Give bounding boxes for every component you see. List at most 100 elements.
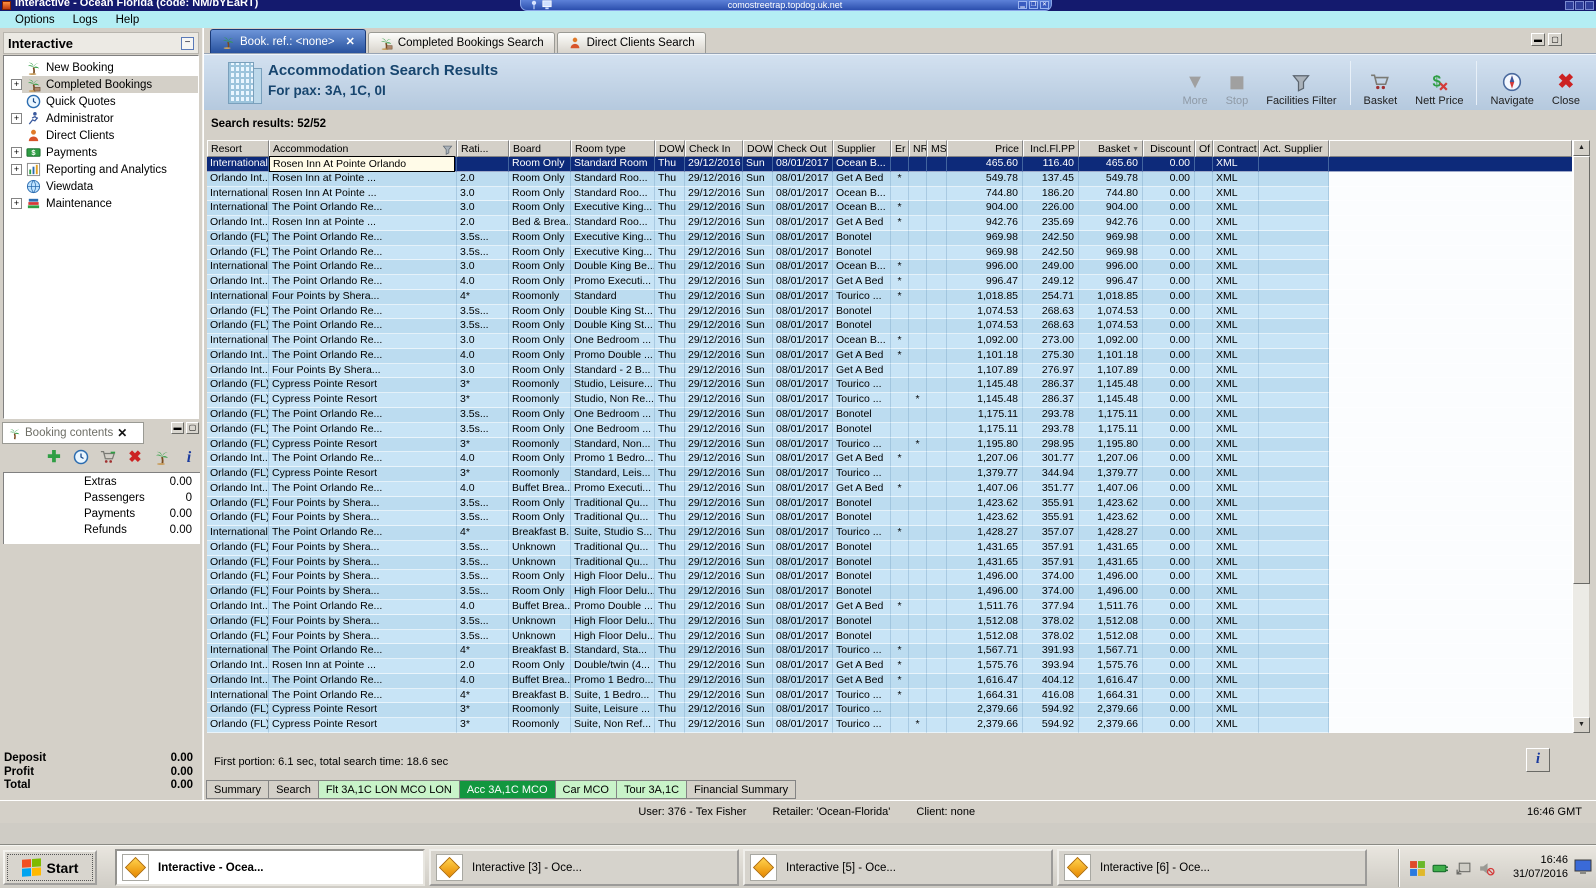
section-tab-acc-3a-1c-mco[interactable]: Acc 3A,1C MCO xyxy=(458,780,556,799)
table-row[interactable]: International...Rosen Inn At Pointe Orla… xyxy=(207,156,1572,172)
booking-contents-row[interactable]: Passengers 0 xyxy=(4,492,200,508)
table-row[interactable]: Orlando (FL) Cypress Pointe Resort 3* Roomo… xyxy=(207,437,1572,453)
toolbar-close-button[interactable]: ✖ Close xyxy=(1543,59,1589,107)
section-tab-summary[interactable]: Summary xyxy=(206,780,270,799)
table-row[interactable]: Orlando (FL) Cypress Pointe Resort 3* Roomo… xyxy=(207,378,1572,394)
sidebar-item-reporting-and-analytics[interactable]: + Reporting and Analytics xyxy=(4,161,198,178)
table-row[interactable]: Orlando Int... Rosen Inn at Pointe ... 2.0… xyxy=(207,659,1572,674)
table-row[interactable]: Orlando (FL) Cypress Pointe Resort 3* Roomo… xyxy=(207,703,1572,719)
table-row[interactable]: Orlando (FL) The Point Orlando Re... 3.5s.… xyxy=(207,408,1572,423)
tab-close-icon[interactable]: ✕ xyxy=(346,35,355,48)
window-restore-button[interactable] xyxy=(1575,1,1584,10)
column-header-contract[interactable]: Contract xyxy=(1213,140,1259,157)
toolbar-nett-price-button[interactable]: $ Nett Price xyxy=(1406,59,1472,107)
expand-icon[interactable]: + xyxy=(11,113,22,124)
toolbar-facilities-filter-button[interactable]: Facilities Filter xyxy=(1257,59,1345,107)
sidebar-item-viewdata[interactable]: Viewdata xyxy=(4,178,198,195)
column-header-supplier[interactable]: Supplier xyxy=(833,140,891,157)
section-tab-flt-3a-1c-lon-mco-lon[interactable]: Flt 3A,1C LON MCO LON xyxy=(317,780,460,799)
pin-icon[interactable] xyxy=(529,0,539,10)
tray-display-settings-icon[interactable] xyxy=(1409,860,1426,877)
column-header-ms[interactable]: MS xyxy=(927,140,947,157)
sidebar-item-completed-bookings[interactable]: + Completed Bookings xyxy=(4,76,198,93)
booking-tool-info-icon[interactable]: i xyxy=(181,450,197,466)
table-row[interactable]: Orlando (FL) Four Points by Shera... 3.5s.… xyxy=(207,511,1572,527)
column-header-discount[interactable]: Discount xyxy=(1143,140,1195,157)
menu-item-help[interactable]: Help xyxy=(107,13,149,27)
section-tab-search[interactable]: Search xyxy=(268,780,319,799)
rdp-restore-button[interactable]: ❐ xyxy=(1029,1,1038,9)
sidebar-item-quick-quotes[interactable]: Quick Quotes xyxy=(4,93,198,110)
scroll-down-button[interactable]: ▼ xyxy=(1573,717,1590,733)
table-row[interactable]: Orlando (FL) The Point Orlando Re... 3.5s.… xyxy=(207,304,1572,320)
sidebar-item-new-booking[interactable]: New Booking xyxy=(4,59,198,76)
menu-item-options[interactable]: Options xyxy=(6,13,64,27)
column-header-of[interactable]: Of xyxy=(1195,140,1213,157)
column-header-er[interactable]: Er xyxy=(891,140,909,157)
table-row[interactable]: International...The Point Orlando Re...4… xyxy=(207,644,1572,660)
table-row[interactable]: Orlando Int... The Point Orlando Re... 4.0… xyxy=(207,452,1572,468)
table-row[interactable]: Orlando (FL) Cypress Pointe Resort 3* Roomo… xyxy=(207,393,1572,409)
taskbar-task-2[interactable]: Interactive [3] - Oce... xyxy=(429,849,739,886)
sidebar-collapse-button[interactable]: − xyxy=(181,36,194,50)
section-tab-financial-summary[interactable]: Financial Summary xyxy=(686,780,797,799)
booking-tool-quote-icon[interactable] xyxy=(73,449,89,468)
tab-direct-clients-search[interactable]: Direct Clients Search xyxy=(556,32,706,53)
booking-contents-row[interactable]: Extras 0.00 xyxy=(4,476,200,492)
taskbar-task-4[interactable]: Interactive [6] - Oce... xyxy=(1057,849,1367,886)
column-header-resort[interactable]: Resort xyxy=(207,140,269,157)
table-row[interactable]: Orlando (FL) Four Points by Shera... 3.5s.… xyxy=(207,570,1572,586)
section-tab-tour-3a-1c[interactable]: Tour 3A,1C xyxy=(615,780,688,799)
column-header-accommodation[interactable]: Accommodation xyxy=(269,140,457,157)
scrollbar-thumb[interactable] xyxy=(1573,156,1590,584)
table-row[interactable]: Orlando Int... The Point Orlando Re... 4.0… xyxy=(207,599,1572,615)
booking-tool-cart-icon[interactable] xyxy=(100,449,116,468)
column-header-board[interactable]: Board xyxy=(509,140,571,157)
column-header-basket[interactable]: Basket ▼ xyxy=(1079,140,1143,157)
tray-connection-icon[interactable] xyxy=(1455,860,1472,877)
column-header-rati-[interactable]: Rati... xyxy=(457,140,509,157)
booking-contents-row[interactable]: Payments 0.00 xyxy=(4,508,200,524)
sidebar-item-maintenance[interactable]: + Maintenance xyxy=(4,195,198,212)
booking-tool-palm-tree-icon[interactable] xyxy=(154,449,170,468)
column-header-incl-fl-pp[interactable]: Incl.Fl.PP xyxy=(1023,140,1079,157)
table-row[interactable]: Orlando (FL) Four Points by Shera... 3.5s.… xyxy=(207,540,1572,556)
info-button[interactable]: i xyxy=(1526,748,1550,772)
expand-icon[interactable]: + xyxy=(11,79,22,90)
taskbar-task-3[interactable]: Interactive [5] - Oce... xyxy=(743,849,1053,886)
expand-icon[interactable]: + xyxy=(11,198,22,209)
table-row[interactable]: Orlando Int... Rosen Inn at Pointe ... 2.0… xyxy=(207,171,1572,187)
table-row[interactable]: Orlando (FL) The Point Orlando Re... 3.5s.… xyxy=(207,319,1572,335)
tab-book-ref-none-[interactable]: Book. ref.: <none> ✕ xyxy=(210,29,366,53)
scroll-up-button[interactable]: ▲ xyxy=(1573,140,1590,156)
table-row[interactable]: Orlando Int... The Point Orlando Re... 4.0… xyxy=(207,481,1572,497)
table-row[interactable]: International...The Point Orlando Re...4… xyxy=(207,688,1572,704)
tray-network-icon[interactable] xyxy=(1432,860,1449,877)
tab-completed-bookings-search[interactable]: Completed Bookings Search xyxy=(367,32,555,53)
window-close-button[interactable] xyxy=(1585,1,1594,10)
column-header-act-supplier[interactable]: Act. Supplier xyxy=(1259,140,1329,157)
rdp-minimize-button[interactable]: ▁ xyxy=(1018,1,1027,9)
table-row[interactable]: Orlando (FL) Four Points by Shera... 3.5s.… xyxy=(207,555,1572,571)
column-header-price[interactable]: Price xyxy=(947,140,1023,157)
toolbar-navigate-button[interactable]: Navigate xyxy=(1481,59,1542,107)
booking-tool-delete-icon[interactable]: ✖ xyxy=(127,450,143,466)
table-row[interactable]: International...The Point Orlando Re...4… xyxy=(207,526,1572,541)
section-tab-car-mco[interactable]: Car MCO xyxy=(554,780,617,799)
table-row[interactable]: International...The Point Orlando Re...3… xyxy=(207,334,1572,349)
table-row[interactable]: Orlando (FL) Four Points by Shera... 3.5s.… xyxy=(207,585,1572,600)
sidebar-item-direct-clients[interactable]: Direct Clients xyxy=(4,127,198,144)
column-header-check-out[interactable]: Check Out xyxy=(773,140,833,157)
table-row[interactable]: International...Four Points by Shera...4… xyxy=(207,289,1572,305)
minimize-button[interactable]: ▬ xyxy=(1531,33,1545,46)
panel-maximize-button[interactable]: ▢ xyxy=(186,422,199,434)
column-header-nr[interactable]: NR xyxy=(909,140,927,157)
table-row[interactable]: Orlando (FL) The Point Orlando Re... 3.5s.… xyxy=(207,230,1572,246)
rdp-close-button[interactable]: ✕ xyxy=(1040,1,1049,9)
table-row[interactable]: International...Rosen Inn At Pointe ...3… xyxy=(207,186,1572,202)
table-row[interactable]: Orlando (FL) Four Points by Shera... 3.5s.… xyxy=(207,629,1572,645)
toolbar-basket-button[interactable]: Basket xyxy=(1355,59,1407,107)
vertical-scrollbar[interactable]: ▲ ▼ xyxy=(1572,140,1590,733)
booking-contents-tab[interactable]: Booking contents ✕ xyxy=(2,422,144,444)
panel-minimize-button[interactable]: ▬ xyxy=(171,422,184,434)
